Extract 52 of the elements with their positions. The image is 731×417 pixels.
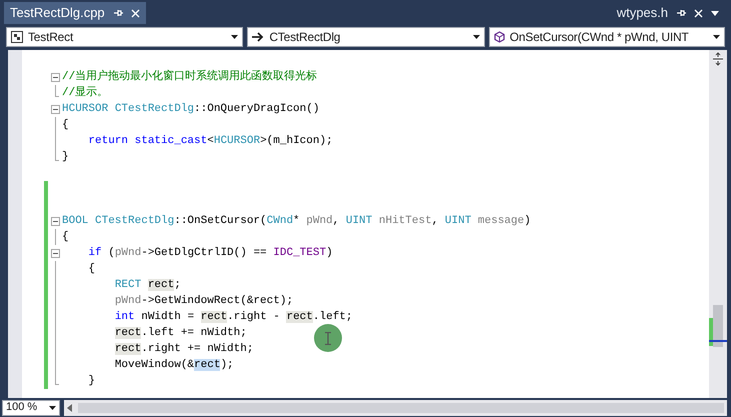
code-line: }: [87, 374, 96, 389]
caret-icon: [231, 35, 238, 39]
collapse-icon[interactable]: [51, 73, 60, 82]
navigation-dropdown[interactable]: OnSetCursor(CWnd * pWnd, UINT: [488, 27, 725, 47]
code-line: if (pWnd->GetDlgCtrlID() == IDC_TEST): [87, 246, 333, 261]
split-icon[interactable]: [712, 52, 724, 66]
navigation-dropdown[interactable]: CTestRectDlg: [247, 27, 485, 47]
code-line: //当用户拖动最小化窗口时系统调用此函数取得光标: [62, 69, 318, 85]
project-icon: [11, 31, 23, 43]
code-line: }: [62, 150, 69, 165]
caret-position-marker: [709, 340, 727, 342]
pin-icon[interactable]: [676, 8, 686, 18]
code-line: HCURSOR CTestRectDlg::OnQueryDragIcon(): [62, 102, 320, 117]
zoom-dropdown[interactable]: 100 %: [2, 400, 60, 416]
code-line: rect.left += nWidth;: [114, 326, 247, 341]
horizontal-scrollbar[interactable]: [64, 400, 727, 416]
scrollbar-thumb[interactable]: [713, 305, 723, 347]
cube-icon: [494, 31, 505, 43]
code-line: BOOL CTestRectDlg::OnSetCursor(CWnd* pWnd, UINT nHitTest, UINT message): [62, 214, 531, 229]
dropdown-caret-icon[interactable]: [711, 10, 719, 16]
caret-icon: [472, 35, 480, 39]
scrollbar-thumb[interactable]: [78, 402, 724, 412]
text-cursor-icon: [325, 332, 331, 344]
close-icon[interactable]: [694, 8, 703, 18]
code-line: {: [87, 262, 96, 277]
code-line: //显示。: [62, 85, 108, 101]
file-tab[interactable]: wtypes.h: [610, 2, 725, 24]
code-line: RECT rect;: [114, 278, 181, 293]
code-line: MoveWindow(&rect);: [114, 358, 234, 373]
vertical-scrollbar[interactable]: [709, 50, 727, 398]
code-line: {: [62, 118, 69, 133]
code-line: {: [62, 230, 69, 245]
outline-end: [55, 149, 59, 161]
caret-icon: [712, 35, 720, 39]
scroll-left-icon[interactable]: [67, 404, 72, 412]
code-line: return static_cast<HCURSOR>(m_hIcon);: [87, 134, 333, 149]
outline-end: [55, 373, 59, 385]
change-marker: [709, 318, 713, 346]
arrow-icon: [252, 32, 264, 42]
file-tab[interactable]: TestRectDlg.cpp: [4, 2, 146, 24]
navigation-dropdown[interactable]: TestRect: [6, 27, 244, 47]
close-icon[interactable]: [130, 8, 140, 18]
code-line: rect.right += nWidth;: [114, 342, 254, 357]
code-line: pWnd->GetWindowRect(&rect);: [114, 294, 294, 309]
code-line: int nWidth = rect.right - rect.left;: [114, 310, 352, 325]
collapse-icon[interactable]: [51, 249, 60, 258]
collapse-icon[interactable]: [51, 217, 60, 226]
outline-line: [55, 229, 56, 245]
collapse-icon[interactable]: [51, 105, 60, 114]
caret-icon: [49, 406, 56, 410]
pin-icon[interactable]: [112, 8, 123, 18]
outline-end: [55, 85, 59, 97]
